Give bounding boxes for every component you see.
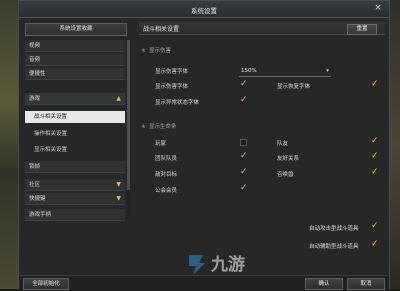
auto-attack-item-checkbox[interactable] [371, 221, 379, 232]
player-checkbox[interactable] [240, 139, 247, 146]
nav-sub-display[interactable]: 显示相关设置 [25, 144, 125, 156]
left-scrollbar[interactable] [127, 40, 130, 216]
party-checkbox[interactable] [371, 136, 379, 147]
reset-button[interactable]: 重置 [347, 24, 377, 35]
section-damage: ★ 显示伤害 [141, 46, 171, 54]
nav-game[interactable]: 游戏 ▲ [25, 93, 125, 105]
enemy-checkbox[interactable] [240, 167, 248, 178]
chevron-down-icon: ▼ [116, 181, 121, 188]
chevron-down-icon: ▾ [326, 68, 329, 74]
star-icon: ★ [141, 124, 146, 130]
friend-checkbox[interactable] [371, 151, 379, 162]
watermark-text: 九游 [210, 254, 245, 275]
reset-all-button[interactable]: 全部初始化 [23, 278, 69, 290]
nav-audio[interactable]: 音频 [25, 54, 125, 66]
nav-convenience[interactable]: 便捷性 [25, 68, 125, 80]
auto-support-item-checkbox[interactable] [371, 239, 379, 250]
close-icon[interactable]: × [373, 3, 383, 13]
auto-support-item-label: 自动辅助型战斗道具 [309, 244, 359, 250]
damage-font-select[interactable]: 150% ▾ [239, 67, 331, 77]
show-damage-font-checkbox[interactable] [240, 79, 248, 90]
raid-label: 团队队员 [155, 156, 178, 162]
watermark-icon [189, 255, 205, 275]
raid-checkbox[interactable] [240, 151, 248, 162]
nav-shortcut[interactable]: 快捷键 ▼ [25, 193, 125, 205]
damage-font-value: 150% [241, 68, 257, 74]
window-title: 系统设置 [191, 7, 217, 15]
friend-label: 友好关系 [277, 156, 300, 162]
nav-social-label: 社区 [29, 182, 41, 188]
party-label: 队友 [277, 141, 289, 147]
section-life: ★ 显示生命条 [141, 122, 176, 130]
show-heal-font-label: 显示恢复字体 [277, 84, 311, 90]
nav-social[interactable]: 社区 ▼ [25, 179, 125, 191]
summon-checkbox[interactable] [371, 167, 379, 178]
cancel-button[interactable]: 取消 [347, 278, 385, 290]
chevron-down-icon: ▼ [116, 195, 121, 202]
chevron-up-icon: ▲ [116, 95, 121, 102]
settings-favorites-button[interactable]: 系统设置收藏 [25, 23, 127, 36]
guild-checkbox[interactable] [240, 183, 248, 194]
player-label: 玩家 [155, 141, 167, 147]
confirm-button[interactable]: 确认 [305, 278, 343, 290]
section-life-label: 显示生命条 [148, 124, 177, 130]
nav-gamepad[interactable]: 游戏手柄 [25, 209, 125, 221]
title-bar: 系统设置 × [19, 1, 389, 18]
star-icon: ★ [141, 48, 146, 54]
nav-sub-control[interactable]: 操作相关设置 [25, 128, 125, 140]
show-abnormal-font-checkbox[interactable] [240, 95, 248, 106]
nav-lock[interactable]: 锁帧 [25, 161, 125, 173]
nav-shortcut-label: 快捷键 [29, 196, 46, 202]
summon-label: 召唤兽 [277, 172, 294, 178]
watermark-logo: 九游 [189, 254, 245, 275]
left-scrollbar-thumb[interactable] [127, 40, 130, 190]
nav-game-label: 游戏 [29, 96, 41, 102]
panel-header: 战斗相关设置 重置 [139, 22, 385, 35]
nav-video[interactable]: 视频 [25, 40, 125, 52]
combat-settings-panel: 战斗相关设置 重置 ★显示伤害 显示伤害字体 150% ▾ 显示伤害字体 显示恢… [139, 22, 385, 272]
panel-title: 战斗相关设置 [143, 26, 180, 33]
enemy-label: 敌对目标 [155, 172, 178, 178]
show-damage-font-label: 显示伤害字体 [155, 84, 189, 90]
show-abnormal-font-label: 显示异常状态字体 [155, 100, 200, 106]
settings-window: 系统设置 × 系统设置收藏 视频 音频 便捷性 游戏 ▲ 战斗相关设置 操作相关… [18, 0, 390, 291]
show-heal-font-checkbox[interactable] [371, 79, 379, 90]
section-damage-label: 显示伤害 [148, 48, 171, 54]
auto-attack-item-label: 自动攻击型战斗道具 [309, 226, 359, 232]
damage-font-label: 显示伤害字体 [155, 69, 189, 75]
guild-label: 公会会员 [155, 188, 178, 194]
nav-sub-combat[interactable]: 战斗相关设置 [25, 111, 125, 123]
